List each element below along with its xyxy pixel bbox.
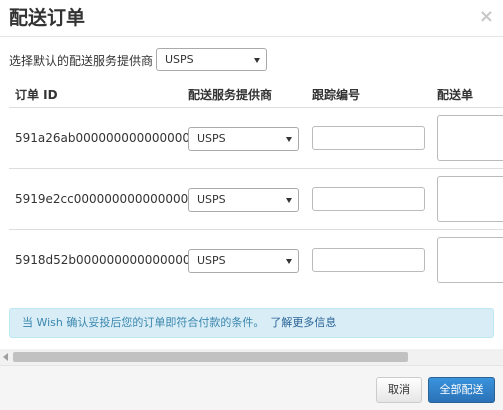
alert-text: 当 Wish 确认妥投后您的订单即符合付款的条件。 [22,316,265,329]
learn-more-link[interactable]: 了解更多信息 [270,316,336,329]
order-id: 5918d52b0000000000000000 [15,253,199,267]
row-provider-value: USPS [197,254,226,267]
row-provider-select[interactable]: USPS [188,127,299,151]
modal-title: 配送订单 [9,7,86,29]
row-divider [9,229,503,230]
column-header-order-id: 订单 ID [15,88,58,102]
info-alert: 当 Wish 确认妥投后您的订单即符合付款的条件。 了解更多信息 [9,308,494,338]
default-provider-label: 选择默认的配送服务提供商 [9,54,154,68]
tracking-number-input[interactable] [312,248,425,272]
scrollbar-thumb[interactable] [13,352,408,362]
delivery-note-textarea[interactable] [437,176,503,222]
cancel-button[interactable]: 取消 [376,377,422,403]
scroll-left-arrow-icon[interactable] [3,353,8,361]
ship-all-button[interactable]: 全部配送 [428,377,495,403]
chevron-down-icon [254,57,260,63]
close-icon[interactable]: × [479,6,494,27]
column-header-delivery-note: 配送单 [437,88,474,102]
modal-footer: 取消 全部配送 [0,365,503,410]
default-provider-value: USPS [165,53,194,66]
delivery-note-textarea[interactable] [437,115,503,161]
tracking-number-input[interactable] [312,126,425,150]
row-provider-select[interactable]: USPS [188,188,299,212]
ship-orders-modal: 配送订单 × 选择默认的配送服务提供商 USPS 订单 ID 配送服务提供商 跟… [0,0,503,410]
order-id: 5919e2cc0000000000000000 [15,192,196,206]
chevron-down-icon [286,259,292,264]
chevron-down-icon [286,198,292,203]
horizontal-scrollbar[interactable] [0,349,503,365]
table-header-divider [9,107,503,108]
row-provider-select[interactable]: USPS [188,249,299,273]
row-divider [9,168,503,169]
column-header-provider: 配送服务提供商 [188,88,273,102]
column-header-tracking: 跟踪编号 [312,88,361,102]
order-id: 591a26ab0000000000000000 [15,131,198,145]
tracking-number-input[interactable] [312,187,425,211]
row-provider-value: USPS [197,132,226,145]
chevron-down-icon [286,137,292,142]
delivery-note-textarea[interactable] [437,237,503,283]
row-provider-value: USPS [197,193,226,206]
default-provider-select[interactable]: USPS [156,48,267,71]
modal-header: 配送订单 × [0,0,503,37]
